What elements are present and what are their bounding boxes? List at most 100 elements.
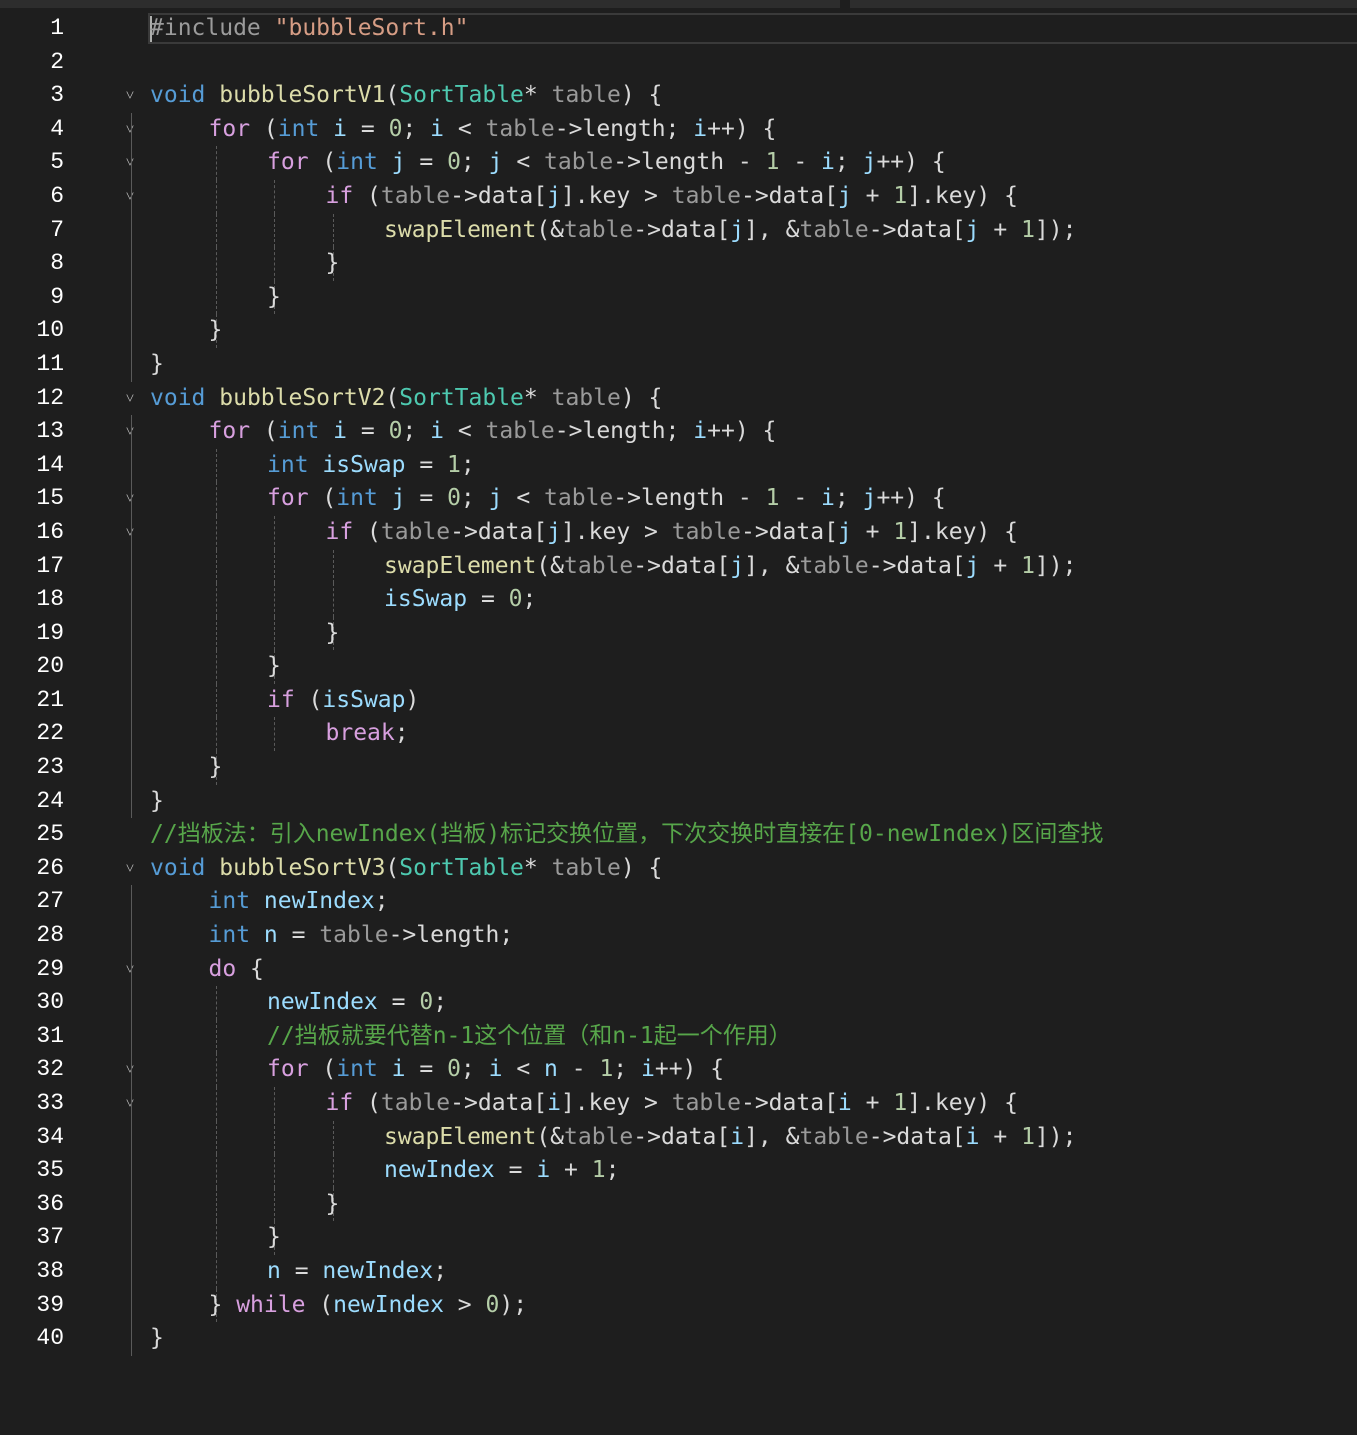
code-text: } [209,751,223,785]
indent-guide [332,1154,334,1188]
code-line[interactable]: 2 [0,46,1357,80]
code-line[interactable]: 11} [0,347,1357,382]
code-line[interactable]: 33 ˅ if (table->data[i].key > table->data[… [0,1087,1357,1121]
indent-guide [131,616,132,651]
code-line[interactable]: 31 //挡板就要代替n-1这个位置（和n-1起一个作用） [0,1019,1357,1054]
fold-chevron-icon[interactable]: ˅ [122,415,138,449]
code-line[interactable]: 7 swapElement(&table->data[j], &table->da… [0,213,1357,248]
code-line[interactable]: 23} [0,751,1357,785]
code-token: table [564,552,634,579]
code-token: ].key > [560,518,672,545]
code-token: ], & [744,1123,800,1150]
line-number: 32 [36,1056,64,1083]
code-line[interactable]: 30 newIndex = 0; [0,986,1357,1020]
code-line[interactable]: 5 ˅ for (int j = 0; j < table->length - 1 … [0,146,1357,180]
code-line[interactable]: 22 break; [0,717,1357,752]
fold-chevron-icon[interactable]: ˅ [122,516,138,550]
code-line[interactable]: 17 swapElement(&table->data[j], &table->d… [0,549,1357,584]
line-number: 20 [36,653,64,680]
code-line[interactable]: 37} [0,1221,1357,1255]
indent-guide [274,1187,275,1222]
code-line[interactable]: 12 ˅ void bubbleSortV2(SortTable* table) { [0,382,1357,416]
indent-guide [215,986,217,1020]
code-line[interactable]: 21 if (isSwap) [0,683,1357,718]
code-token: ], & [744,552,800,579]
code-token: ++) { [707,418,777,445]
code-token: table [799,552,869,579]
code-line[interactable]: 18 isSwap = 0; [0,583,1357,617]
code-line[interactable]: 39} while (newIndex > 0); [0,1288,1357,1323]
indent-guide [131,146,132,180]
code-line[interactable]: 3 ˅ void bubbleSortV1(SortTable* table) { [0,79,1357,113]
indent-guide [131,1154,132,1188]
code-line[interactable]: 34 swapElement(&table->data[i], &table->d… [0,1120,1357,1155]
code-token: ( [385,82,400,109]
code-line[interactable]: 20} [0,650,1357,684]
code-line[interactable]: 10} [0,314,1357,348]
code-editor[interactable]: 1 #include "bubbleSort.h" 2 3 ˅ void bubbleSo… [0,12,1357,1356]
fold-chevron-icon[interactable]: ˅ [122,382,138,416]
code-line[interactable]: 27 int newIndex; [0,885,1357,920]
code-line[interactable]: 38 n = newIndex; [0,1254,1357,1289]
code-token: table [544,485,614,512]
fold-chevron-icon[interactable]: ˅ [122,953,138,987]
code-token: ) { [620,82,663,109]
code-text: if (isSwap) [267,684,419,718]
code-line[interactable]: 16 ˅ if (table->data[j].key > table->data[… [0,515,1357,550]
code-line[interactable]: 40} [0,1322,1357,1356]
code-token: 1 [765,485,780,512]
fold-chevron-icon[interactable]: ˅ [122,1087,138,1121]
fold-chevron-icon[interactable]: ˅ [122,1053,138,1087]
code-line[interactable]: 24} [0,784,1357,819]
code-token: < [502,1056,545,1083]
indent-guide [131,1254,132,1289]
fold-chevron-icon[interactable]: ˅ [122,180,138,214]
code-line[interactable]: 4 ˅ for (int i = 0; i < table->length; i++… [0,112,1357,147]
code-token: ( [308,1056,337,1083]
code-text: void bubbleSortV3(SortTable* table) { [150,852,662,886]
code-token: int [336,1056,378,1083]
code-token: j [488,149,503,176]
code-line[interactable]: 19} [0,616,1357,651]
indent-guide [332,583,334,617]
code-token: j [862,149,877,176]
fold-chevron-icon[interactable]: ˅ [122,482,138,516]
editor-tab-secondary[interactable] [850,0,1357,8]
fold-chevron-icon[interactable]: ˅ [122,146,138,180]
line-number: 1 [50,15,64,41]
code-token: i [821,149,835,176]
code-line[interactable]: 13 ˅ for (int i = 0; i < table->length; i+… [0,415,1357,449]
code-token: - [779,485,822,512]
code-line[interactable]: 36} [0,1187,1357,1222]
code-line[interactable]: 32 ˅ for (int i = 0; i < n - 1; i++) { [0,1053,1357,1087]
code-text: for (int i = 0; i < table->length; i++) … [209,415,777,449]
code-line[interactable]: 29 ˅ do { [0,952,1357,987]
code-line[interactable]: 1 #include "bubbleSort.h" [0,12,1357,46]
code-line[interactable]: 26 ˅ void bubbleSortV3(SortTable* table) { [0,852,1357,886]
code-line[interactable]: 8} [0,247,1357,281]
fold-chevron-icon[interactable]: ˅ [122,79,138,113]
editor-tab[interactable] [0,0,840,8]
code-line[interactable]: 9} [0,280,1357,315]
code-line[interactable]: 25 //挡板法：引入newIndex(挡板)标记交换位置，下次交换时直接在[0-… [0,818,1357,852]
fold-chevron-icon[interactable]: ˅ [122,113,138,147]
code-token: ].key > [560,182,672,209]
code-text: swapElement(&table->data[j], &table->dat… [384,550,1076,584]
code-line[interactable]: 28 int n = table->length; [0,919,1357,953]
code-line[interactable]: 14 int isSwap = 1; [0,448,1357,483]
code-token: ( [250,115,278,142]
code-token: ( [305,1291,334,1318]
code-token: ; [433,1257,448,1284]
code-line[interactable]: 6 ˅ if (table->data[j].key > table->data[j… [0,179,1357,214]
code-line[interactable]: 15 ˅ for (int j = 0; j < table->length - 1… [0,482,1357,516]
code-text: } [150,785,164,819]
indent-guide [131,751,132,785]
indent-guide [332,549,334,584]
code-text: } [267,281,281,315]
line-number: 36 [36,1190,64,1217]
code-line[interactable]: 35 newIndex = i + 1; [0,1154,1357,1188]
fold-chevron-icon[interactable]: ˅ [122,852,138,886]
code-token: ].key) { [907,1090,1018,1116]
